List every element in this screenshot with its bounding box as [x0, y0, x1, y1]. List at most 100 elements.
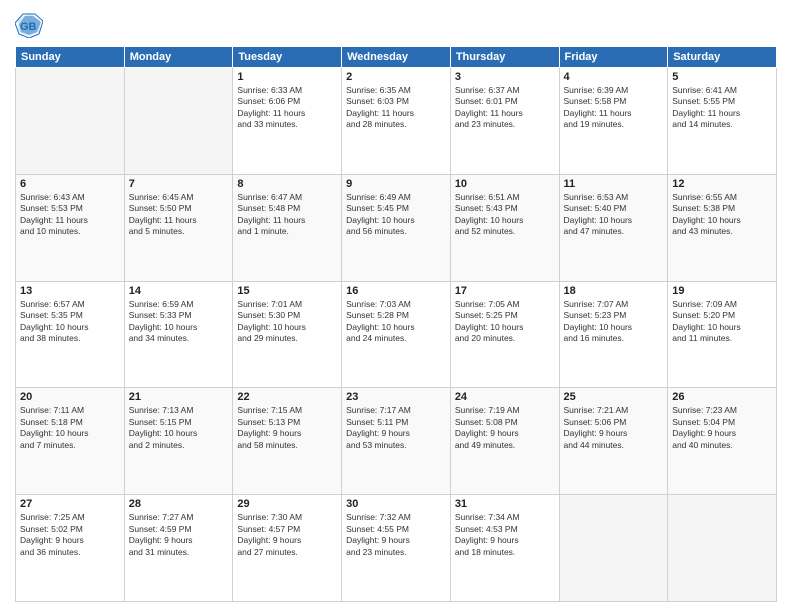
calendar-cell: 20Sunrise: 7:11 AM Sunset: 5:18 PM Dayli…	[16, 388, 125, 495]
day-number: 6	[20, 178, 120, 190]
calendar-cell: 8 Sunrise: 6:47 AM Sunset: 5:48 PM Daylig…	[233, 174, 342, 281]
day-info: Sunrise: 6:51 AM Sunset: 5:43 PM Dayligh…	[455, 192, 555, 238]
day-info: Sunrise: 6:33 AM Sunset: 6:06 PM Dayligh…	[237, 85, 337, 131]
day-info: Sunrise: 6:47 AM Sunset: 5:48 PM Dayligh…	[237, 192, 337, 238]
day-number: 26	[672, 391, 772, 403]
day-info: Sunrise: 6:55 AM Sunset: 5:38 PM Dayligh…	[672, 192, 772, 238]
svg-text:GB: GB	[20, 21, 37, 33]
day-number: 7	[129, 178, 229, 190]
calendar-cell: 18 Sunrise: 7:07 AM Sunset: 5:23 PM Dayli…	[559, 281, 668, 388]
day-info: Sunrise: 7:21 AM Sunset: 5:06 PM Dayligh…	[564, 405, 664, 451]
day-info: Sunrise: 7:32 AM Sunset: 4:55 PM Dayligh…	[346, 512, 446, 558]
calendar-cell: 3 Sunrise: 6:37 AM Sunset: 6:01 PM Daylig…	[450, 68, 559, 175]
day-number: 5	[672, 71, 772, 83]
day-info: Sunrise: 7:23 AM Sunset: 5:04 PM Dayligh…	[672, 405, 772, 451]
calendar-cell: 13 Sunrise: 6:57 AM Sunset: 5:35 PM Dayli…	[16, 281, 125, 388]
day-number: 11	[564, 178, 664, 190]
calendar-cell: 12 Sunrise: 6:55 AM Sunset: 5:38 PM Dayli…	[668, 174, 777, 281]
calendar-cell: 10 Sunrise: 6:51 AM Sunset: 5:43 PM Dayli…	[450, 174, 559, 281]
day-number: 28	[129, 498, 229, 510]
day-number: 18	[564, 285, 664, 297]
day-info: Sunrise: 6:57 AM Sunset: 5:35 PM Dayligh…	[20, 299, 120, 345]
day-info: Sunrise: 7:25 AM Sunset: 5:02 PM Dayligh…	[20, 512, 120, 558]
day-info: Sunrise: 6:49 AM Sunset: 5:45 PM Dayligh…	[346, 192, 446, 238]
day-info: Sunrise: 7:30 AM Sunset: 4:57 PM Dayligh…	[237, 512, 337, 558]
day-number: 31	[455, 498, 555, 510]
day-number: 17	[455, 285, 555, 297]
weekday-header-friday: Friday	[559, 47, 668, 68]
calendar-cell	[16, 68, 125, 175]
calendar-cell: 9 Sunrise: 6:49 AM Sunset: 5:45 PM Daylig…	[342, 174, 451, 281]
day-number: 22	[237, 391, 337, 403]
calendar-table: SundayMondayTuesdayWednesdayThursdayFrid…	[15, 46, 777, 602]
day-number: 24	[455, 391, 555, 403]
day-info: Sunrise: 7:05 AM Sunset: 5:25 PM Dayligh…	[455, 299, 555, 345]
calendar-cell: 4 Sunrise: 6:39 AM Sunset: 5:58 PM Daylig…	[559, 68, 668, 175]
day-info: Sunrise: 6:59 AM Sunset: 5:33 PM Dayligh…	[129, 299, 229, 345]
day-info: Sunrise: 7:09 AM Sunset: 5:20 PM Dayligh…	[672, 299, 772, 345]
day-info: Sunrise: 6:41 AM Sunset: 5:55 PM Dayligh…	[672, 85, 772, 131]
calendar-cell: 29 Sunrise: 7:30 AM Sunset: 4:57 PM Dayli…	[233, 495, 342, 602]
day-info: Sunrise: 7:03 AM Sunset: 5:28 PM Dayligh…	[346, 299, 446, 345]
day-number: 23	[346, 391, 446, 403]
day-number: 13	[20, 285, 120, 297]
weekday-header-sunday: Sunday	[16, 47, 125, 68]
calendar-cell: 2Sunrise: 6:35 AM Sunset: 6:03 PM Daylig…	[342, 68, 451, 175]
calendar-cell	[124, 68, 233, 175]
day-info: Sunrise: 6:43 AM Sunset: 5:53 PM Dayligh…	[20, 192, 120, 238]
day-number: 14	[129, 285, 229, 297]
day-info: Sunrise: 6:37 AM Sunset: 6:01 PM Dayligh…	[455, 85, 555, 131]
day-number: 25	[564, 391, 664, 403]
day-info: Sunrise: 6:53 AM Sunset: 5:40 PM Dayligh…	[564, 192, 664, 238]
calendar-cell: 27 Sunrise: 7:25 AM Sunset: 5:02 PM Dayli…	[16, 495, 125, 602]
day-info: Sunrise: 7:01 AM Sunset: 5:30 PM Dayligh…	[237, 299, 337, 345]
calendar-cell: 23Sunrise: 7:17 AM Sunset: 5:11 PM Dayli…	[342, 388, 451, 495]
weekday-header-thursday: Thursday	[450, 47, 559, 68]
day-number: 15	[237, 285, 337, 297]
day-number: 9	[346, 178, 446, 190]
calendar-cell: 11 Sunrise: 6:53 AM Sunset: 5:40 PM Dayli…	[559, 174, 668, 281]
weekday-header-tuesday: Tuesday	[233, 47, 342, 68]
day-number: 16	[346, 285, 446, 297]
calendar-cell: 30Sunrise: 7:32 AM Sunset: 4:55 PM Dayli…	[342, 495, 451, 602]
day-number: 27	[20, 498, 120, 510]
header: GB	[15, 10, 777, 38]
calendar-cell: 7Sunrise: 6:45 AM Sunset: 5:50 PM Daylig…	[124, 174, 233, 281]
day-info: Sunrise: 7:13 AM Sunset: 5:15 PM Dayligh…	[129, 405, 229, 451]
day-number: 20	[20, 391, 120, 403]
day-info: Sunrise: 7:27 AM Sunset: 4:59 PM Dayligh…	[129, 512, 229, 558]
logo-icon: GB	[15, 10, 43, 38]
calendar-cell: 17 Sunrise: 7:05 AM Sunset: 5:25 PM Dayli…	[450, 281, 559, 388]
week-row-4: 20Sunrise: 7:11 AM Sunset: 5:18 PM Dayli…	[16, 388, 777, 495]
calendar-cell: 1 Sunrise: 6:33 AM Sunset: 6:06 PM Daylig…	[233, 68, 342, 175]
day-number: 12	[672, 178, 772, 190]
calendar-cell: 25 Sunrise: 7:21 AM Sunset: 5:06 PM Dayli…	[559, 388, 668, 495]
calendar-cell: 19 Sunrise: 7:09 AM Sunset: 5:20 PM Dayli…	[668, 281, 777, 388]
day-number: 1	[237, 71, 337, 83]
day-info: Sunrise: 7:34 AM Sunset: 4:53 PM Dayligh…	[455, 512, 555, 558]
weekday-header-saturday: Saturday	[668, 47, 777, 68]
calendar-cell: 21Sunrise: 7:13 AM Sunset: 5:15 PM Dayli…	[124, 388, 233, 495]
week-row-5: 27 Sunrise: 7:25 AM Sunset: 5:02 PM Dayli…	[16, 495, 777, 602]
calendar-cell: 15 Sunrise: 7:01 AM Sunset: 5:30 PM Dayli…	[233, 281, 342, 388]
day-number: 19	[672, 285, 772, 297]
day-number: 3	[455, 71, 555, 83]
day-number: 4	[564, 71, 664, 83]
day-number: 29	[237, 498, 337, 510]
day-number: 10	[455, 178, 555, 190]
calendar-cell: 22Sunrise: 7:15 AM Sunset: 5:13 PM Dayli…	[233, 388, 342, 495]
day-info: Sunrise: 6:39 AM Sunset: 5:58 PM Dayligh…	[564, 85, 664, 131]
day-number: 8	[237, 178, 337, 190]
weekday-header-row: SundayMondayTuesdayWednesdayThursdayFrid…	[16, 47, 777, 68]
day-info: Sunrise: 7:07 AM Sunset: 5:23 PM Dayligh…	[564, 299, 664, 345]
logo: GB	[15, 10, 46, 38]
day-info: Sunrise: 6:35 AM Sunset: 6:03 PM Dayligh…	[346, 85, 446, 131]
calendar-cell: 24Sunrise: 7:19 AM Sunset: 5:08 PM Dayli…	[450, 388, 559, 495]
week-row-2: 6 Sunrise: 6:43 AM Sunset: 5:53 PM Daylig…	[16, 174, 777, 281]
calendar-cell: 6 Sunrise: 6:43 AM Sunset: 5:53 PM Daylig…	[16, 174, 125, 281]
calendar-cell: 16 Sunrise: 7:03 AM Sunset: 5:28 PM Dayli…	[342, 281, 451, 388]
weekday-header-wednesday: Wednesday	[342, 47, 451, 68]
calendar-cell: 5 Sunrise: 6:41 AM Sunset: 5:55 PM Daylig…	[668, 68, 777, 175]
calendar-cell: 26 Sunrise: 7:23 AM Sunset: 5:04 PM Dayli…	[668, 388, 777, 495]
calendar-cell: 28 Sunrise: 7:27 AM Sunset: 4:59 PM Dayli…	[124, 495, 233, 602]
